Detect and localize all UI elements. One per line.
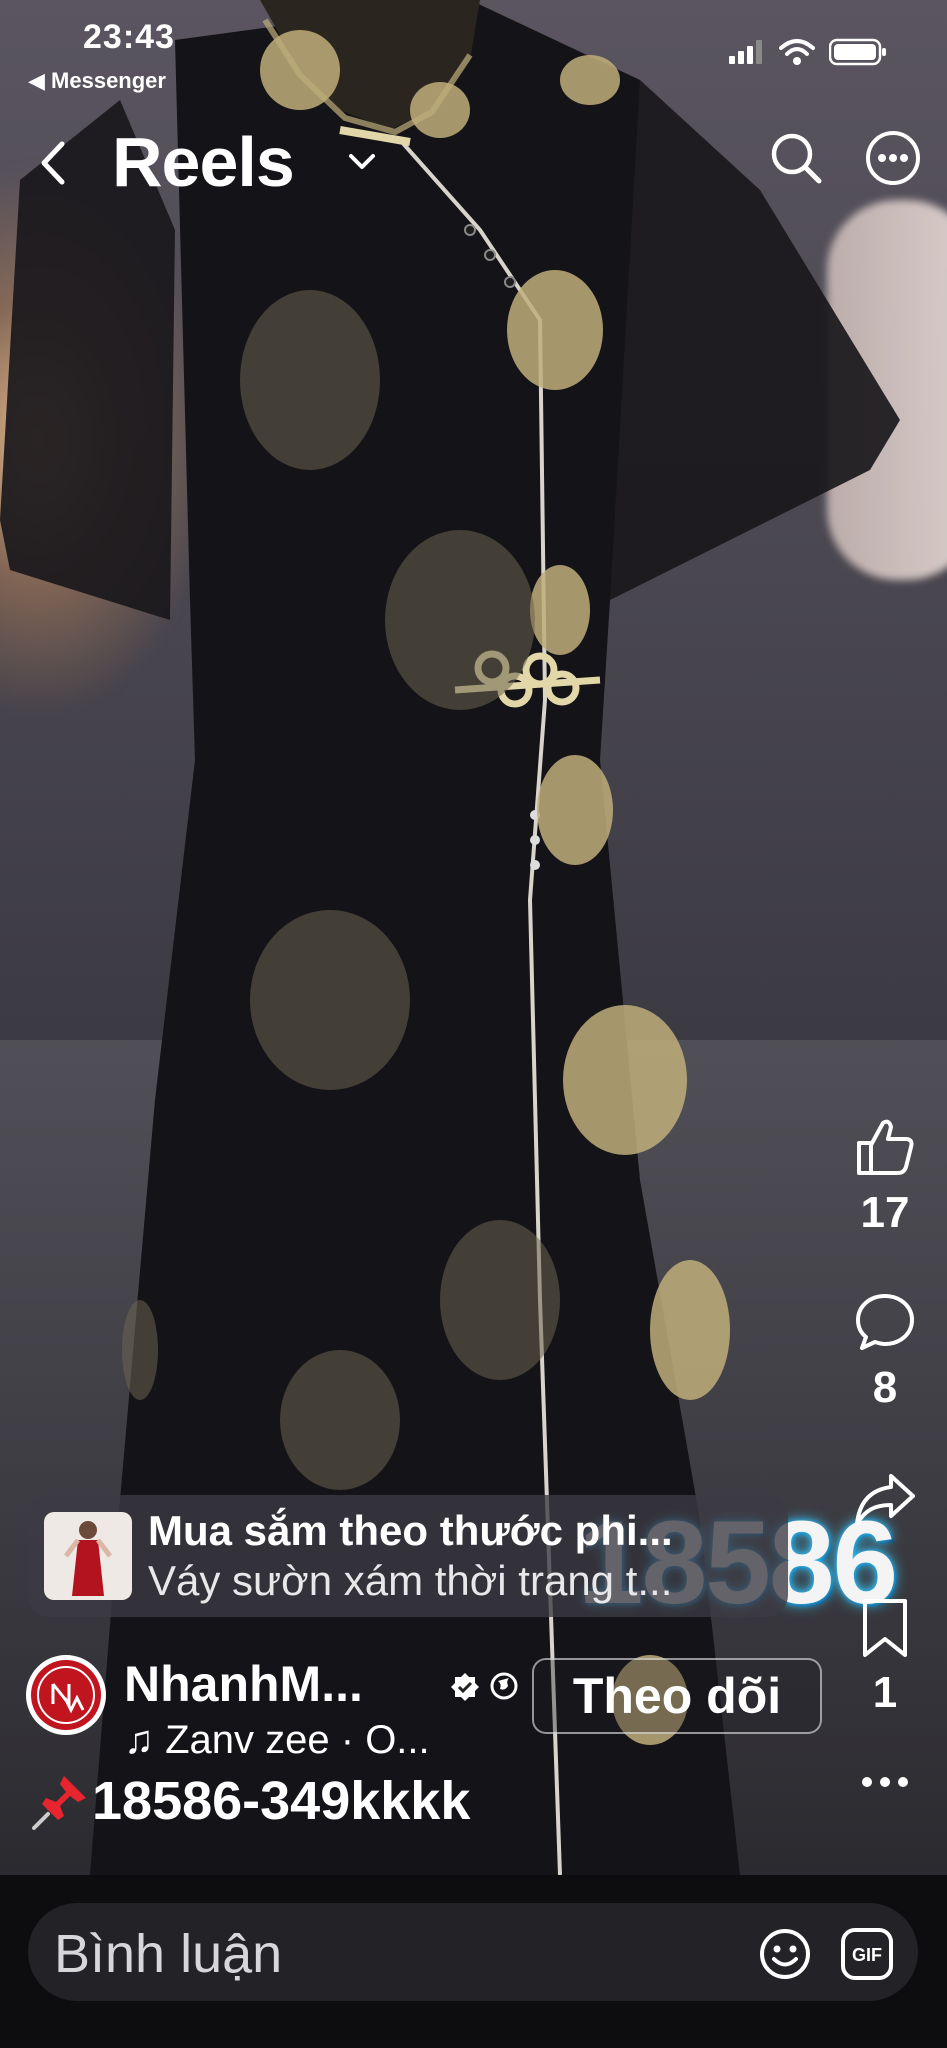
gif-icon[interactable]: GIF [840, 1927, 894, 1981]
search-icon[interactable] [768, 130, 824, 186]
status-icons [729, 38, 887, 66]
emoji-icon[interactable] [758, 1927, 812, 1981]
comment-placeholder: Bình luận [54, 1924, 283, 1984]
status-time: 23:43 [83, 18, 175, 56]
chevron-down-icon[interactable] [347, 150, 377, 174]
back-icon[interactable] [38, 140, 68, 186]
verified-icon [451, 1673, 479, 1701]
like-icon [857, 1119, 914, 1175]
post-caption[interactable]: 18586-349kkkk [92, 1770, 470, 1832]
comment-bar: Bình luận GIF [0, 1875, 947, 2048]
save-icon [863, 1599, 907, 1657]
comment-input[interactable]: Bình luận GIF [28, 1903, 918, 2001]
like-button[interactable]: 17 [845, 1115, 925, 1238]
svg-text:GIF: GIF [852, 1945, 882, 1965]
shop-product-card[interactable]: Mua sắm theo thước phi... Váy sườn xám t… [28, 1495, 788, 1617]
save-button[interactable]: 1 [845, 1597, 925, 1718]
music-track[interactable]: ♫ Zanv zee · O... [124, 1718, 430, 1763]
back-to-app-link[interactable]: ◀ Messenger [28, 68, 166, 94]
share-icon [855, 1474, 915, 1526]
save-count: 1 [872, 1668, 898, 1717]
comment-button[interactable]: 8 [845, 1290, 925, 1413]
pin-icon [32, 1776, 86, 1830]
comment-icon [856, 1294, 914, 1350]
shop-card-subtitle: Váy sườn xám thời trang t... [148, 1557, 673, 1604]
more-options-button[interactable] [845, 1772, 925, 1797]
shop-card-title: Mua sắm theo thước phi... [148, 1507, 673, 1554]
more-icon[interactable] [865, 130, 921, 186]
like-count: 17 [860, 1188, 910, 1237]
globe-icon [490, 1672, 518, 1700]
page-title[interactable]: Reels [112, 122, 295, 202]
signal-icon [729, 40, 762, 64]
more-horizontal-icon [862, 1777, 908, 1787]
product-thumbnail [44, 1512, 132, 1600]
avatar[interactable] [26, 1655, 106, 1735]
author-name[interactable]: NhanhM... [124, 1655, 363, 1713]
wifi-icon [779, 39, 815, 65]
comment-count: 8 [872, 1363, 898, 1412]
follow-button[interactable]: Theo dõi [532, 1658, 822, 1734]
battery-icon [829, 38, 886, 66]
share-button[interactable] [845, 1472, 925, 1533]
